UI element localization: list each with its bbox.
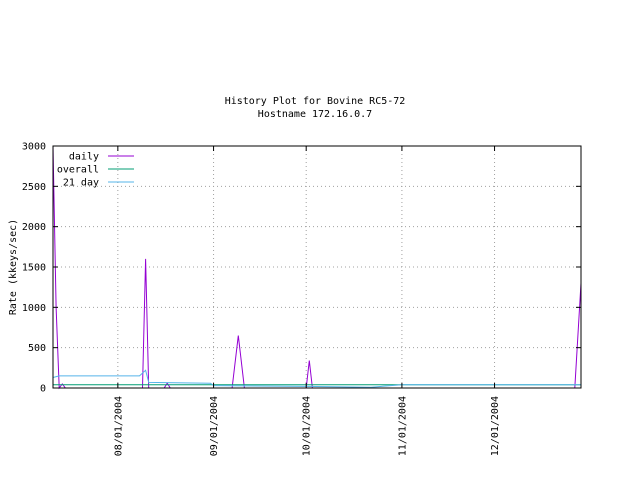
y-tick-label: 0 — [40, 384, 46, 395]
x-tick-label: 11/01/2004 — [397, 396, 408, 456]
legend-label: daily — [69, 152, 99, 163]
y-tick-label: 2500 — [22, 182, 46, 193]
y-tick-label: 1000 — [22, 303, 46, 314]
x-tick-label: 10/01/2004 — [302, 396, 313, 456]
y-axis-label: Rate (kkeys/sec) — [8, 219, 19, 315]
legend-label: 21 day — [63, 178, 99, 189]
x-tick-label: 12/01/2004 — [490, 396, 501, 456]
y-tick-label: 500 — [28, 343, 46, 354]
y-tick-label: 3000 — [22, 142, 46, 153]
legend: daily overall 21 day — [57, 152, 134, 189]
chart-subtitle: Hostname 172.16.0.7 — [258, 109, 372, 120]
chart-title: History Plot for Bovine RC5-72 — [225, 96, 406, 107]
axis-ticks: 0 500 1000 1500 2000 2500 3000 08/01/2004 09/01/… — [22, 142, 581, 456]
legend-label: overall — [57, 165, 99, 176]
x-tick-label: 09/01/2004 — [209, 396, 220, 456]
history-chart: History Plot for Bovine RC5-72 Hostname … — [8, 96, 582, 456]
x-tick-label: 08/01/2004 — [113, 396, 124, 456]
y-tick-label: 2000 — [22, 222, 46, 233]
y-tick-label: 1500 — [22, 263, 46, 274]
